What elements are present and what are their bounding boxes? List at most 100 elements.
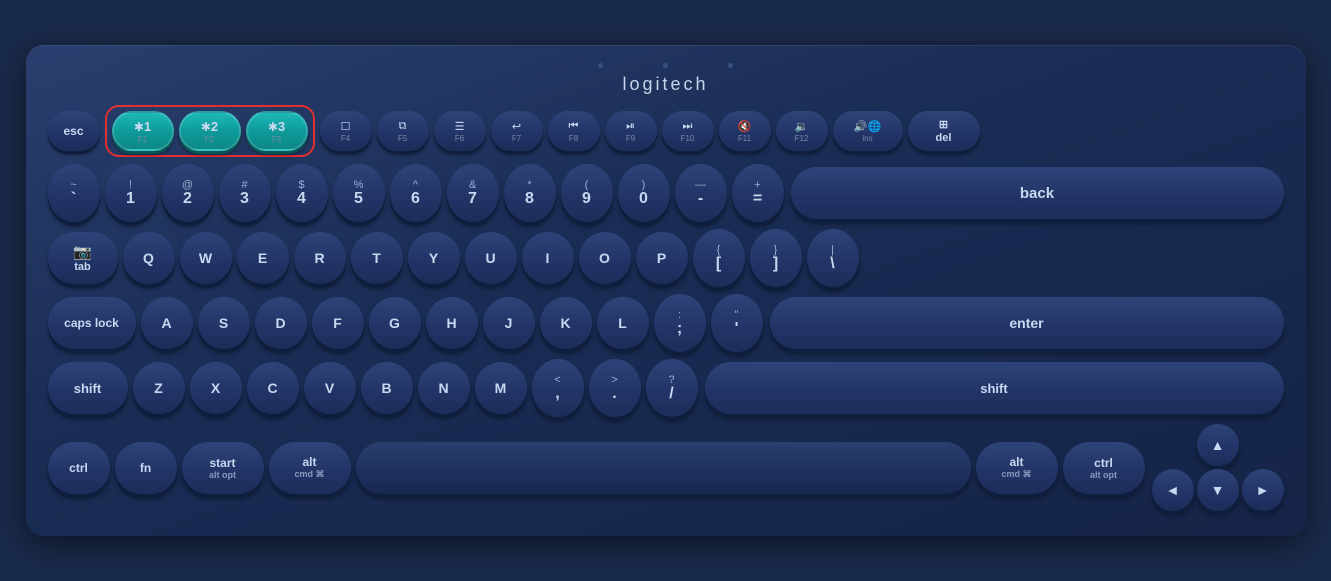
- key-semicolon[interactable]: : ;: [654, 294, 706, 352]
- key-r[interactable]: R: [294, 232, 346, 284]
- key-shift-right[interactable]: shift: [705, 362, 1284, 414]
- key-7[interactable]: & 7: [447, 164, 499, 222]
- key-alt-left[interactable]: alt cmd ⌘: [269, 442, 351, 494]
- key-rbracket[interactable]: } ]: [750, 229, 802, 287]
- f6-icon: ☰: [455, 120, 465, 133]
- key-capslock[interactable]: caps lock: [48, 297, 136, 349]
- key-2[interactable]: @ 2: [162, 164, 214, 222]
- key-start[interactable]: start alt opt: [182, 442, 264, 494]
- key-x[interactable]: X: [190, 362, 242, 414]
- bt1-icon: ✱1: [134, 119, 151, 134]
- key-e[interactable]: E: [237, 232, 289, 284]
- key-arrow-left[interactable]: ◄: [1152, 469, 1194, 511]
- key-f[interactable]: F: [312, 297, 364, 349]
- key-arrow-up[interactable]: ▲: [1197, 424, 1239, 466]
- key-t[interactable]: T: [351, 232, 403, 284]
- f10-fn: F10: [681, 134, 695, 143]
- key-u[interactable]: U: [465, 232, 517, 284]
- key-f4[interactable]: ☐ F4: [320, 111, 372, 151]
- key-q[interactable]: Q: [123, 232, 175, 284]
- key-o[interactable]: O: [579, 232, 631, 284]
- f11-fn: F11: [738, 134, 751, 143]
- f9-icon: ⏯: [626, 120, 635, 133]
- key-4[interactable]: $ 4: [276, 164, 328, 222]
- bottom-row: ctrl fn start alt opt alt cmd ⌘ alt cmd …: [48, 424, 1284, 511]
- key-l[interactable]: L: [597, 297, 649, 349]
- key-comma[interactable]: < ,: [532, 359, 584, 417]
- key-alt-right[interactable]: alt cmd ⌘: [976, 442, 1058, 494]
- key-s[interactable]: S: [198, 297, 250, 349]
- alt-right-label: alt: [1009, 455, 1023, 469]
- key-arrow-down[interactable]: ▼: [1197, 469, 1239, 511]
- key-equal[interactable]: + =: [732, 164, 784, 222]
- key-n[interactable]: N: [418, 362, 470, 414]
- key-g[interactable]: G: [369, 297, 421, 349]
- key-f12[interactable]: 🔉 F12: [776, 111, 828, 151]
- key-shift-left[interactable]: shift: [48, 362, 128, 414]
- num-row: ~ ` ! 1 @ 2 # 3 $ 4 % 5 ^ 6 & 7: [48, 164, 1284, 222]
- arrow-lr-row: ◄ ▼ ►: [1152, 469, 1284, 511]
- key-f8[interactable]: ⏮ F8: [548, 111, 600, 151]
- key-lbracket[interactable]: { [: [693, 229, 745, 287]
- key-period[interactable]: > .: [589, 359, 641, 417]
- key-quote[interactable]: " ': [711, 294, 763, 352]
- key-backspace[interactable]: back: [791, 167, 1284, 219]
- key-backslash[interactable]: | \: [807, 229, 859, 287]
- shift-left-label: shift: [74, 381, 101, 396]
- key-ctrl-right[interactable]: ctrl alt opt: [1063, 442, 1145, 494]
- key-tilde[interactable]: ~ `: [48, 164, 100, 222]
- key-enter[interactable]: enter: [770, 297, 1284, 349]
- key-ctrl-left[interactable]: ctrl: [48, 442, 110, 494]
- alt-left-label: alt: [302, 455, 316, 469]
- key-v[interactable]: V: [304, 362, 356, 414]
- key-c[interactable]: C: [247, 362, 299, 414]
- key-bt1[interactable]: ✱1 F1: [112, 111, 174, 151]
- key-d[interactable]: D: [255, 297, 307, 349]
- start-label: start: [209, 456, 235, 470]
- key-b[interactable]: B: [361, 362, 413, 414]
- ins-fn: ins: [862, 134, 872, 143]
- keyboard-container: logitech esc ✱1 F1 ✱2 F2 ✱3 F3: [26, 45, 1306, 536]
- key-arrow-right[interactable]: ►: [1242, 469, 1284, 511]
- key-f10[interactable]: ⏭ F10: [662, 111, 714, 151]
- key-slash[interactable]: ? /: [646, 359, 698, 417]
- enter-label: enter: [1009, 315, 1043, 331]
- tab-icon: 📷: [73, 243, 92, 261]
- key-5[interactable]: % 5: [333, 164, 385, 222]
- key-z[interactable]: Z: [133, 362, 185, 414]
- key-0[interactable]: ) 0: [618, 164, 670, 222]
- key-6[interactable]: ^ 6: [390, 164, 442, 222]
- key-f6[interactable]: ☰ F6: [434, 111, 486, 151]
- bt3-fn: F3: [272, 135, 281, 144]
- key-h[interactable]: H: [426, 297, 478, 349]
- key-esc[interactable]: esc: [48, 111, 100, 151]
- key-j[interactable]: J: [483, 297, 535, 349]
- key-del[interactable]: ⊞ del: [908, 111, 980, 151]
- key-3[interactable]: # 3: [219, 164, 271, 222]
- key-f9[interactable]: ⏯ F9: [605, 111, 657, 151]
- key-f5[interactable]: ⧉ F5: [377, 111, 429, 151]
- alt-right-sub: cmd ⌘: [1001, 469, 1031, 480]
- key-p[interactable]: P: [636, 232, 688, 284]
- key-y[interactable]: Y: [408, 232, 460, 284]
- logo: logitech: [48, 74, 1284, 95]
- key-fn[interactable]: fn: [115, 442, 177, 494]
- key-tab[interactable]: 📷 tab: [48, 232, 118, 284]
- key-k[interactable]: K: [540, 297, 592, 349]
- key-i[interactable]: I: [522, 232, 574, 284]
- key-f11[interactable]: 🔇 F11: [719, 111, 771, 151]
- key-minus[interactable]: — -: [675, 164, 727, 222]
- key-f7[interactable]: ↩ F7: [491, 111, 543, 151]
- key-ins[interactable]: 🔊🌐 ins: [833, 111, 903, 151]
- key-m[interactable]: M: [475, 362, 527, 414]
- shift-right-label: shift: [980, 381, 1007, 396]
- key-space[interactable]: [356, 442, 971, 494]
- f12-icon: 🔉: [795, 120, 809, 133]
- key-9[interactable]: ( 9: [561, 164, 613, 222]
- key-1[interactable]: ! 1: [105, 164, 157, 222]
- key-a[interactable]: A: [141, 297, 193, 349]
- key-8[interactable]: * 8: [504, 164, 556, 222]
- key-bt3[interactable]: ✱3 F3: [246, 111, 308, 151]
- key-bt2[interactable]: ✱2 F2: [179, 111, 241, 151]
- key-w[interactable]: W: [180, 232, 232, 284]
